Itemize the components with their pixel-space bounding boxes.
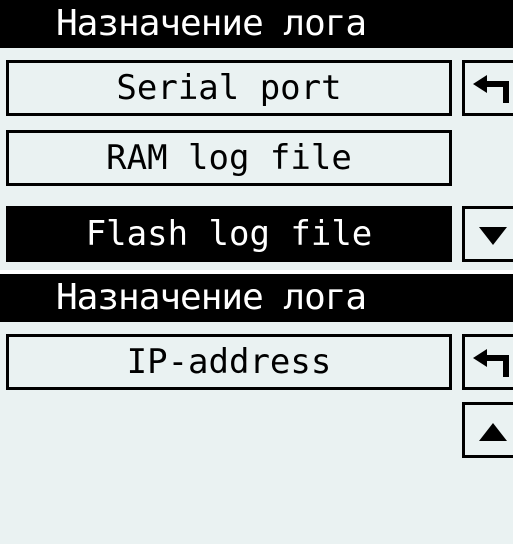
arrow-up-icon xyxy=(479,423,507,441)
screen-title: Назначение лога xyxy=(0,274,513,322)
menu-item-ram-log-file[interactable]: RAM log file xyxy=(6,130,452,186)
menu-item-flash-log-file[interactable]: Flash log file xyxy=(6,206,452,262)
back-arrow-icon xyxy=(473,349,509,377)
back-arrow-icon xyxy=(473,75,509,103)
screen-title: Назначение лога xyxy=(0,0,513,48)
scroll-up-button[interactable] xyxy=(462,402,513,458)
back-button[interactable] xyxy=(462,60,513,116)
menu-item-ip-address[interactable]: IP-address xyxy=(6,334,452,390)
log-destination-screen-page-1: Назначение лога Serial port RAM log file… xyxy=(0,0,513,270)
scroll-down-button[interactable] xyxy=(462,206,513,262)
back-button[interactable] xyxy=(462,334,513,390)
menu-item-serial-port[interactable]: Serial port xyxy=(6,60,452,116)
log-destination-screen-page-2: Назначение лога IP-address xyxy=(0,274,513,544)
arrow-down-icon xyxy=(479,227,507,245)
